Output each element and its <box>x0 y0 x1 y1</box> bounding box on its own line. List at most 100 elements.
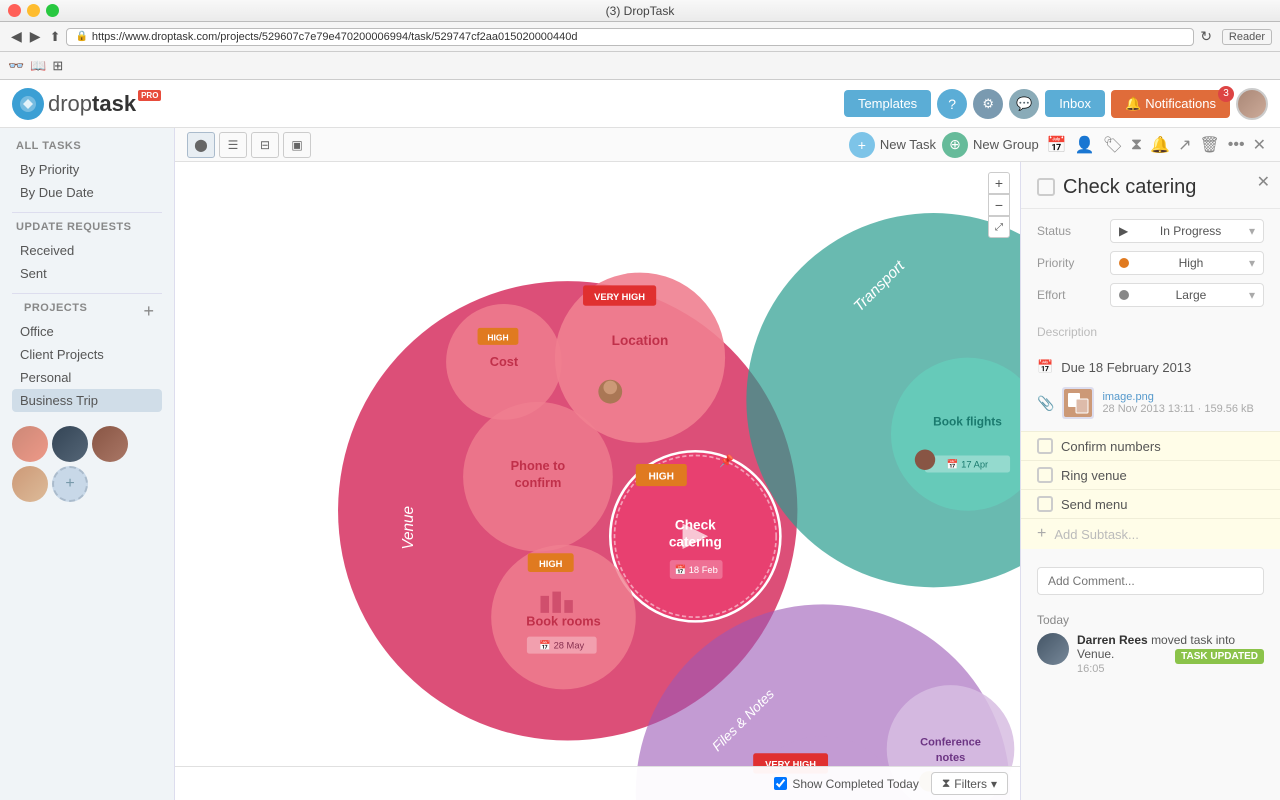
person-icon[interactable]: 👤 <box>1073 133 1097 157</box>
inbox-button[interactable]: Inbox <box>1045 90 1105 117</box>
maximize-button[interactable] <box>46 4 59 17</box>
status-label: Status <box>1037 224 1102 238</box>
zoom-in-button[interactable]: + <box>988 172 1010 194</box>
lock-icon: 🔒 <box>75 31 87 42</box>
sidebar-item-by-due-date[interactable]: By Due Date <box>12 181 162 204</box>
tag-icon[interactable]: 🏷 <box>1101 133 1125 157</box>
grid-icon[interactable]: ⊞ <box>52 58 63 74</box>
help-button[interactable]: ? <box>937 89 967 119</box>
sidebar-item-sent[interactable]: Sent <box>12 262 162 285</box>
effort-chevron: ▾ <box>1249 288 1255 302</box>
filters-button[interactable]: ⧗ Filters ▾ <box>931 772 1008 795</box>
task-complete-checkbox[interactable] <box>1037 178 1055 196</box>
sidebar-item-office[interactable]: Office <box>12 320 162 343</box>
user-avatar[interactable] <box>1236 88 1268 120</box>
detail-view-button[interactable]: ⊟ <box>251 132 279 158</box>
status-select[interactable]: ▶ In Progress ▾ <box>1110 219 1264 243</box>
member-avatar-2[interactable] <box>52 426 88 462</box>
filter-icon[interactable]: ⧗ <box>1129 134 1144 156</box>
check-catering-label: Check <box>675 517 716 532</box>
update-requests-section: UPDATE REQUESTS Received Sent <box>0 221 174 285</box>
svg-text:notes: notes <box>936 752 965 764</box>
activity-section: Today Darren Rees moved task into Venue.… <box>1021 605 1280 683</box>
more-icon[interactable]: ••• <box>1226 134 1247 156</box>
add-member-button[interactable]: + <box>52 466 88 502</box>
url-bar[interactable]: 🔒 https://www.droptask.com/projects/5296… <box>66 28 1194 46</box>
sidebar-item-received[interactable]: Received <box>12 239 162 262</box>
back-button[interactable]: ◀ <box>8 28 25 45</box>
filter-icon: ⧗ <box>942 776 950 791</box>
reader-button[interactable]: Reader <box>1222 29 1272 45</box>
priority-row: Priority High ▾ <box>1037 251 1264 275</box>
view-mode-buttons: ⬤ ☰ ⊟ ▣ <box>187 132 311 158</box>
all-tasks-section: ALL TASKS By Priority By Due Date <box>0 140 174 204</box>
templates-button[interactable]: Templates <box>844 90 931 117</box>
sidebar-item-personal[interactable]: Personal <box>12 366 162 389</box>
circle-view-button[interactable]: ⬤ <box>187 132 215 158</box>
member-avatar-1[interactable] <box>12 426 48 462</box>
window-controls[interactable] <box>8 4 59 17</box>
bottom-bar: Show Completed Today ⧗ Filters ▾ <box>175 766 1020 800</box>
minimize-button[interactable] <box>27 4 40 17</box>
effort-row: Effort Large ▾ <box>1037 283 1264 307</box>
sidebar-item-business-trip[interactable]: Business Trip <box>12 389 162 412</box>
new-group-button[interactable]: ⊕ New Group <box>942 132 1039 158</box>
trash-icon[interactable]: 🗑 <box>1197 133 1221 157</box>
priority-dot-icon <box>1119 258 1129 268</box>
show-completed-checkbox[interactable] <box>774 777 787 790</box>
close-button[interactable] <box>8 4 21 17</box>
logo: droptaskPRO <box>12 88 161 120</box>
all-tasks-heading: ALL TASKS <box>12 140 162 152</box>
attachment-thumbnail[interactable] <box>1062 387 1094 419</box>
add-subtask-input[interactable]: Add Subtask... <box>1054 527 1139 542</box>
notifications-button[interactable]: 🔔 Notifications 3 <box>1111 90 1230 118</box>
calendar-icon[interactable]: 📅 <box>1045 133 1069 157</box>
priority-chevron: ▾ <box>1249 256 1255 270</box>
activity-time: 16:05 <box>1077 663 1264 675</box>
sidebar-item-by-priority[interactable]: By Priority <box>12 158 162 181</box>
task-panel-close-button[interactable]: ✕ <box>1257 172 1270 192</box>
add-comment-input[interactable] <box>1037 567 1264 595</box>
filters-chevron: ▾ <box>991 777 997 791</box>
zoom-controls: + − ⤢ <box>988 172 1010 238</box>
subtask-checkbox-3[interactable] <box>1037 496 1053 512</box>
settings-button[interactable]: ⚙ <box>973 89 1003 119</box>
url-text: https://www.droptask.com/projects/529607… <box>92 31 578 43</box>
priority-select[interactable]: High ▾ <box>1110 251 1264 275</box>
bookmarks-icon[interactable]: 📖 <box>30 58 46 74</box>
calendar-icon: 📅 <box>1037 359 1053 375</box>
zoom-out-button[interactable]: − <box>988 194 1010 216</box>
subtask-checkbox-1[interactable] <box>1037 438 1053 454</box>
attachment-name[interactable]: image.png <box>1102 391 1253 403</box>
reload-button[interactable]: ↻ <box>1200 28 1212 45</box>
member-avatar-3[interactable] <box>92 426 128 462</box>
projects-header: PROJECTS + <box>12 302 162 320</box>
list-view-button[interactable]: ☰ <box>219 132 247 158</box>
subtask-text-1: Confirm numbers <box>1061 439 1161 454</box>
add-subtask-button[interactable]: + <box>1037 525 1046 543</box>
effort-select[interactable]: Large ▾ <box>1110 283 1264 307</box>
forward-button[interactable]: ▶ <box>27 28 44 45</box>
attachment-meta: 28 Nov 2013 13:11 · 159.56 kB <box>1102 403 1253 415</box>
priority-label: Priority <box>1037 256 1102 270</box>
bell-icon[interactable]: 🔔 <box>1148 133 1172 157</box>
share-icon[interactable]: ↗ <box>1176 133 1193 157</box>
due-date-text: Due 18 February 2013 <box>1061 360 1191 375</box>
book-rooms-priority: HIGH <box>539 559 563 569</box>
share-button[interactable]: ⬆ <box>50 29 61 45</box>
show-completed-label[interactable]: Show Completed Today <box>774 777 919 791</box>
add-project-button[interactable]: + <box>143 302 154 320</box>
browser-nav[interactable]: ◀ ▶ <box>8 28 44 45</box>
new-group-label: New Group <box>973 137 1039 152</box>
status-value: In Progress <box>1160 224 1221 238</box>
sidebar-item-client-projects[interactable]: Client Projects <box>12 343 162 366</box>
zoom-fit-button[interactable]: ⤢ <box>988 216 1010 238</box>
subtask-checkbox-2[interactable] <box>1037 467 1053 483</box>
logo-icon <box>12 88 44 120</box>
reading-list-icon[interactable]: 👓 <box>8 58 24 74</box>
member-avatar-4[interactable] <box>12 466 48 502</box>
messages-button[interactable]: 💬 <box>1009 89 1039 119</box>
presentation-view-button[interactable]: ▣ <box>283 132 311 158</box>
new-task-button[interactable]: + New Task <box>849 132 936 158</box>
close-panel-icon[interactable]: ✕ <box>1251 133 1268 157</box>
